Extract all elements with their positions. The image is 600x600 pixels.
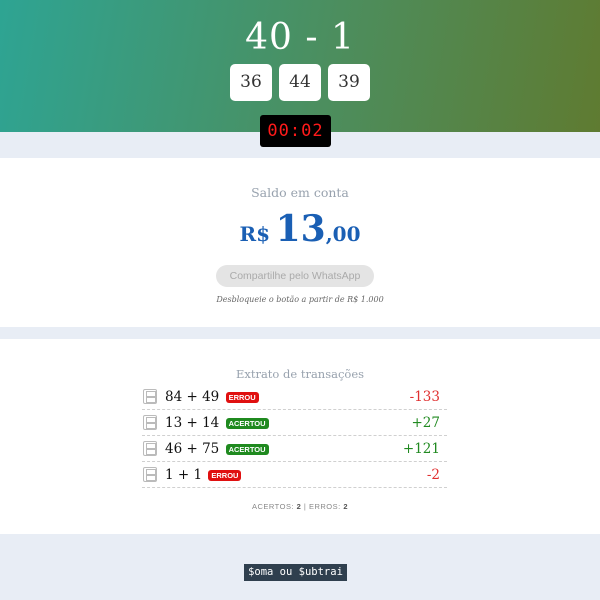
transaction-expression: 1 + 1 ERROU xyxy=(165,467,242,483)
transaction-expression: 13 + 14 ACERTOU xyxy=(165,415,269,431)
answer-options: 36 44 39 xyxy=(0,64,600,101)
score-summary: ACERTOS: 2 | ERROS: 2 xyxy=(0,502,600,511)
balance-amount: R$ 13,00 xyxy=(0,208,600,250)
transaction-row: 46 + 75 ACERTOU +121 xyxy=(142,436,447,462)
status-badge: ACERTOU xyxy=(225,444,269,455)
answer-option-1[interactable]: 36 xyxy=(230,64,272,101)
transaction-value: -2 xyxy=(426,467,440,483)
balance-title: Saldo em conta xyxy=(251,185,349,200)
transaction-expr-text: 46 + 75 xyxy=(165,441,220,457)
status-badge: ACERTOU xyxy=(225,418,269,429)
balance-decimal: ,00 xyxy=(325,222,361,246)
transaction-row: 1 + 1 ERROU -2 xyxy=(142,462,447,488)
balance-currency: R$ xyxy=(239,222,271,246)
answer-option-3[interactable]: 39 xyxy=(328,64,370,101)
answer-option-2[interactable]: 44 xyxy=(279,64,321,101)
transaction-expr-text: 1 + 1 xyxy=(165,467,203,483)
math-question: 40 - 1 xyxy=(245,17,355,58)
transaction-row: 84 + 49 ERROU -133 xyxy=(142,384,447,410)
status-badge: ERROU xyxy=(208,470,242,481)
calculator-icon xyxy=(143,389,157,404)
hits-count: 2 xyxy=(296,502,302,511)
transactions-title: Extrato de transações xyxy=(235,367,365,381)
unlock-note: Desbloqueie o botão a partir de R$ 1.000 xyxy=(216,295,384,304)
transaction-expression: 84 + 49 ERROU xyxy=(165,389,259,405)
summary-separator: | xyxy=(303,502,307,511)
transaction-value: +121 xyxy=(402,441,440,457)
balance-integer: 13 xyxy=(275,208,326,250)
transaction-row: 13 + 14 ACERTOU +27 xyxy=(142,410,447,436)
balance-card: Saldo em conta R$ 13,00 Compartilhe pelo… xyxy=(0,158,600,327)
transactions-card: Extrato de transações 84 + 49 ERROU -133… xyxy=(0,339,600,534)
errors-count: 2 xyxy=(343,502,348,511)
countdown-timer: 00:02 xyxy=(260,115,331,147)
share-whatsapp-button[interactable]: Compartilhe pelo WhatsApp xyxy=(216,265,374,287)
transaction-expr-text: 13 + 14 xyxy=(165,415,220,431)
transaction-expression: 46 + 75 ACERTOU xyxy=(165,441,269,457)
calculator-icon xyxy=(143,415,157,430)
status-badge: ERROU xyxy=(225,392,259,403)
hits-label: ACERTOS: xyxy=(251,502,295,511)
transactions-list: 84 + 49 ERROU -133 13 + 14 ACERTOU +27 4… xyxy=(142,384,447,488)
game-name-label: $oma ou $ubtrai xyxy=(244,564,347,581)
errors-label: ERROS: xyxy=(308,502,341,511)
calculator-icon xyxy=(143,441,157,456)
game-header: 40 - 1 36 44 39 xyxy=(0,0,600,132)
calculator-icon xyxy=(143,467,157,482)
transaction-value: +27 xyxy=(411,415,441,431)
transaction-value: -133 xyxy=(409,389,440,405)
transaction-expr-text: 84 + 49 xyxy=(165,389,220,405)
